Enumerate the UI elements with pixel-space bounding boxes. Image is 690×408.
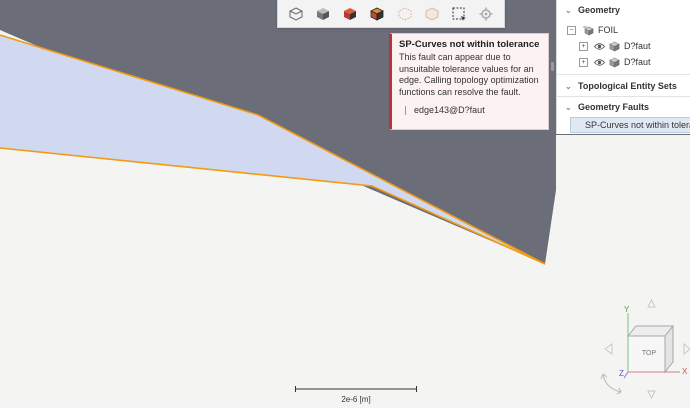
visibility-eye-icon[interactable] — [594, 42, 605, 51]
part-cube-icon — [609, 57, 620, 68]
rotate-arrow-icon — [600, 373, 622, 395]
chevron-down-icon: ⌄ — [565, 5, 572, 15]
expand-icon[interactable]: + — [579, 57, 588, 67]
view-shaded-button[interactable] — [312, 3, 334, 25]
tree-node-child[interactable]: + D?faut — [579, 38, 651, 54]
x-axis-label: X — [682, 367, 688, 376]
view-points-button[interactable] — [394, 3, 416, 25]
view-cube[interactable]: TOP X Y Z — [619, 305, 688, 379]
visibility-eye-icon[interactable] — [594, 58, 605, 67]
view-cube-edges-icon — [370, 7, 385, 21]
geometry-tree-panel: ⌄ Geometry − FOIL + D?faut + D?faut ⌄ To… — [556, 0, 690, 134]
view-points-icon — [398, 6, 412, 21]
view-cube-outline-icon — [289, 6, 303, 21]
geometry-faults-header[interactable]: ⌄ Geometry Faults — [557, 98, 649, 116]
view-color-button[interactable] — [339, 3, 361, 25]
z-axis-line — [623, 371, 629, 379]
view-outline-button[interactable] — [285, 3, 307, 25]
nav-down-arrow — [647, 390, 656, 400]
nav-right-arrow — [683, 342, 690, 356]
view-edges-button[interactable] — [366, 3, 388, 25]
foil-label: FOIL — [598, 25, 619, 35]
divider — [557, 96, 690, 97]
scale-bar — [295, 386, 417, 392]
y-axis-label: Y — [624, 305, 630, 314]
topological-sets-label: Topological Entity Sets — [578, 81, 677, 91]
scale-label: 2e-6 [m] — [341, 395, 371, 404]
geometry-section-header[interactable]: ⌄ Geometry — [557, 1, 620, 19]
divider — [557, 74, 690, 75]
expand-icon[interactable]: + — [579, 41, 588, 51]
box-select-button[interactable] — [448, 3, 470, 25]
view-cube-shaded-icon — [316, 7, 329, 20]
fault-tooltip-entity-row[interactable]: edge143@D?faut — [399, 105, 541, 115]
viewport-toolbar — [277, 0, 505, 28]
tree-node-child[interactable]: + D?faut — [579, 54, 651, 70]
topological-sets-header[interactable]: ⌄ Topological Entity Sets — [557, 77, 677, 95]
settings-button[interactable] — [475, 3, 497, 25]
fault-list-item[interactable]: SP-Curves not within tolerance — [570, 117, 690, 133]
entity-marker — [405, 105, 406, 115]
box-select-icon — [452, 7, 467, 21]
z-axis-label: Z — [619, 369, 624, 378]
part-cube-icon — [609, 41, 620, 52]
view-transparent-button[interactable] — [421, 3, 443, 25]
panel-resize-handle[interactable] — [551, 62, 554, 71]
fault-tooltip: SP-Curves not within tolerance This faul… — [389, 33, 549, 130]
fault-tooltip-entity[interactable]: edge143@D?faut — [414, 105, 485, 115]
nav-left-arrow — [604, 343, 613, 355]
collapse-icon[interactable]: − — [567, 25, 576, 35]
tree-node-foil[interactable]: − FOIL — [567, 22, 618, 38]
view-cube-color-icon — [344, 7, 357, 20]
nav-up-arrow — [647, 298, 656, 308]
cube-face-label: TOP — [642, 350, 657, 357]
geometry-section-label: Geometry — [578, 5, 621, 15]
chevron-down-icon: ⌄ — [565, 102, 572, 112]
fault-tooltip-description: This fault can appear due to unsuitable … — [399, 52, 539, 97]
fault-item-label: SP-Curves not within tolerance — [585, 120, 690, 130]
fault-tooltip-title: SP-Curves not within tolerance — [399, 39, 540, 50]
chevron-down-icon: ⌄ — [565, 81, 572, 91]
geometry-faults-label: Geometry Faults — [578, 102, 650, 112]
child-label: D?faut — [624, 57, 651, 67]
assembly-icon — [582, 25, 594, 36]
child-label: D?faut — [624, 41, 651, 51]
settings-gear-icon — [479, 7, 493, 20]
view-transparent-icon — [425, 6, 439, 21]
